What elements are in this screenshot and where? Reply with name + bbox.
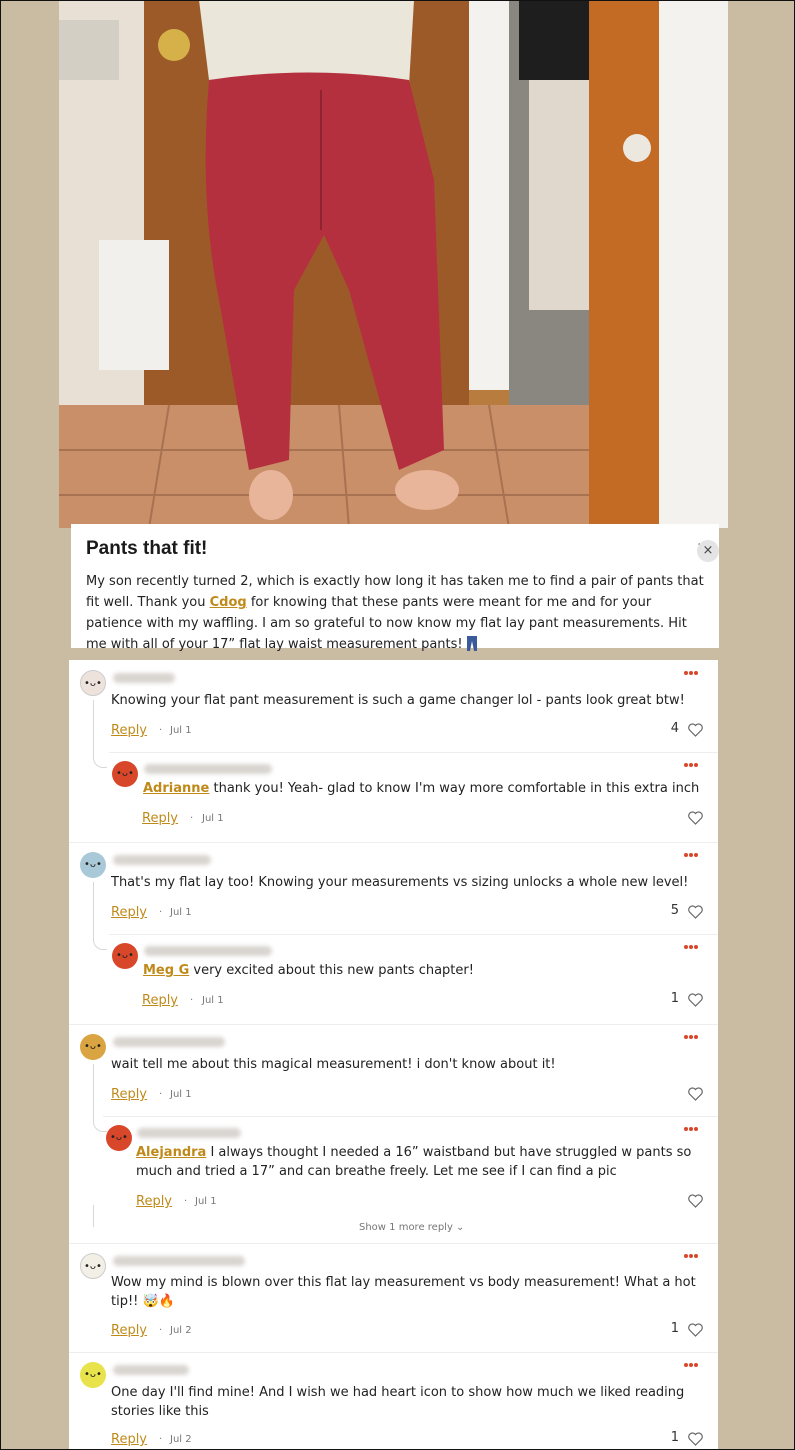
separator: ·: [184, 1196, 188, 1207]
heart-icon[interactable]: [688, 811, 703, 825]
comment-date: Jul 1: [202, 995, 224, 1006]
more-icon[interactable]: [683, 852, 699, 858]
comment-text: That's my flat lay too! Knowing your mea…: [111, 875, 689, 890]
commenter-name: [113, 1037, 225, 1047]
commenter-name: [137, 1128, 241, 1138]
reply-button[interactable]: Reply: [111, 905, 147, 920]
more-icon[interactable]: [683, 944, 699, 950]
comment-date: Jul 2: [170, 1434, 192, 1445]
thread-connector: [93, 936, 107, 950]
reply-button[interactable]: Reply: [136, 1194, 172, 1209]
heart-icon[interactable]: [688, 1194, 703, 1208]
separator: ·: [159, 1089, 163, 1100]
divider: [69, 1024, 718, 1025]
comment-text: One day I'll find mine! And I wish we ha…: [111, 1385, 685, 1419]
comment-text: Adrianne thank you! Yeah- glad to know I…: [143, 779, 703, 798]
mention-link[interactable]: Meg G: [143, 963, 189, 978]
divider: [109, 752, 718, 753]
divider: [69, 1243, 718, 1244]
heart-icon[interactable]: [688, 1087, 703, 1101]
post-photo: [59, 0, 728, 528]
comment-date: Jul 2: [170, 1325, 192, 1336]
more-icon[interactable]: [683, 1253, 699, 1259]
heart-icon[interactable]: [688, 723, 703, 737]
mention-link[interactable]: Alejandra: [136, 1145, 206, 1160]
reply-button[interactable]: Reply: [111, 1323, 147, 1338]
heart-icon[interactable]: [688, 905, 703, 919]
separator: ·: [159, 1325, 163, 1336]
avatar[interactable]: •ᴗ•: [106, 1125, 132, 1151]
post-card: .. × Pants that fit! My son recently tur…: [71, 524, 719, 652]
commenter-name: [144, 946, 272, 956]
divider: [69, 842, 718, 843]
commenter-name: [113, 855, 211, 865]
reply-button[interactable]: Reply: [111, 1432, 147, 1447]
separator: ·: [159, 725, 163, 736]
comment-text: Alejandra I always thought I needed a 16…: [136, 1143, 704, 1181]
comment-date: Jul 1: [170, 725, 192, 736]
comment-date: Jul 1: [170, 1089, 192, 1100]
separator: ·: [159, 907, 163, 918]
more-icon[interactable]: [683, 670, 699, 676]
thread-line: [93, 1205, 94, 1227]
comment-text: wait tell me about this magical measurem…: [111, 1057, 556, 1072]
commenter-name: [113, 1256, 245, 1266]
reply-button[interactable]: Reply: [111, 723, 147, 738]
divider: [109, 934, 718, 935]
separator: ·: [190, 995, 194, 1006]
post-body: My son recently turned 2, which is exact…: [86, 571, 704, 655]
thread-line: [93, 700, 94, 760]
comment-text-body: I always thought I needed a 16” waistban…: [136, 1145, 692, 1179]
avatar[interactable]: •ᴗ•: [80, 670, 106, 696]
reply-button[interactable]: Reply: [111, 1087, 147, 1102]
comment-text: Knowing your flat pant measurement is su…: [111, 693, 685, 708]
avatar[interactable]: •ᴗ•: [80, 852, 106, 878]
show-more-replies-button[interactable]: Show 1 more reply ⌄: [359, 1222, 464, 1233]
heart-icon[interactable]: [688, 1432, 703, 1446]
avatar[interactable]: •ᴗ•: [80, 1034, 106, 1060]
commenter-name: [113, 1365, 189, 1375]
more-icon[interactable]: [683, 1126, 699, 1132]
like-count: 1: [670, 1321, 679, 1336]
divider: [103, 1116, 718, 1117]
comment-text: Wow my mind is blown over this flat lay …: [111, 1275, 696, 1309]
comment-date: Jul 1: [170, 907, 192, 918]
comment-date: Jul 1: [202, 813, 224, 824]
mention-link[interactable]: Cdog: [210, 595, 247, 610]
post-title: Pants that fit!: [86, 538, 208, 559]
like-count: 4: [670, 721, 679, 736]
reply-button[interactable]: Reply: [142, 811, 178, 826]
more-icon[interactable]: [683, 762, 699, 768]
comment-text: Meg G very excited about this new pants …: [143, 961, 703, 980]
thread-connector: [93, 754, 107, 768]
comment-date: Jul 1: [195, 1196, 217, 1207]
more-icon[interactable]: [683, 1034, 699, 1040]
reply-button[interactable]: Reply: [142, 993, 178, 1008]
comment-text-body: thank you! Yeah- glad to know I'm way mo…: [209, 781, 700, 796]
divider: [69, 1352, 718, 1353]
avatar[interactable]: •ᴗ•: [112, 943, 138, 969]
avatar[interactable]: •ᴗ•: [80, 1362, 106, 1388]
like-count: 5: [670, 903, 679, 918]
jeans-icon: [466, 636, 477, 651]
separator: ·: [159, 1434, 163, 1445]
comment-text-body: very excited about this new pants chapte…: [189, 963, 474, 978]
close-button[interactable]: ×: [697, 540, 719, 562]
avatar[interactable]: •ᴗ•: [80, 1253, 106, 1279]
comments-section: •ᴗ• Knowing your flat pant measurement i…: [69, 660, 718, 1450]
mention-link[interactable]: Adrianne: [143, 781, 209, 796]
heart-icon[interactable]: [688, 1323, 703, 1337]
heart-icon[interactable]: [688, 993, 703, 1007]
thread-line: [93, 882, 94, 942]
commenter-name: [144, 764, 272, 774]
separator: ·: [190, 813, 194, 824]
commenter-name: [113, 673, 175, 683]
like-count: 1: [670, 991, 679, 1006]
more-icon[interactable]: [683, 1362, 699, 1368]
like-count: 1: [670, 1430, 679, 1445]
thread-line: [93, 1064, 94, 1124]
thread-connector: [93, 1118, 107, 1132]
avatar[interactable]: •ᴗ•: [112, 761, 138, 787]
